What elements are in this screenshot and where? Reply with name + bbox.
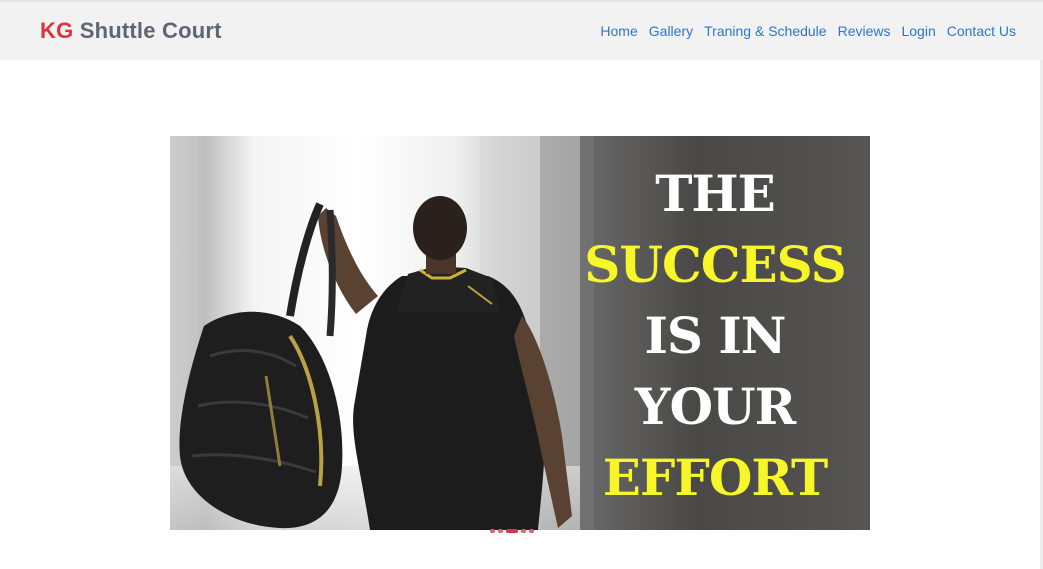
carousel-indicators xyxy=(490,529,534,533)
carousel-indicator-5[interactable] xyxy=(529,529,534,533)
hero-carousel-slide[interactable]: THE SUCCESS IS IN YOUR EFFORT xyxy=(170,136,870,530)
headline-line-1: THE xyxy=(655,164,776,223)
main-nav: Home Gallery Traning & Schedule Reviews … xyxy=(600,23,1016,39)
headline-line-3: IS IN xyxy=(644,306,787,365)
nav-reviews[interactable]: Reviews xyxy=(838,23,891,39)
nav-home[interactable]: Home xyxy=(600,23,637,39)
nav-gallery[interactable]: Gallery xyxy=(649,23,693,39)
carousel-indicator-1[interactable] xyxy=(490,529,495,533)
navbar: KG Shuttle Court Home Gallery Traning & … xyxy=(0,2,1043,60)
headline-line-2: SUCCESS xyxy=(584,235,847,294)
hero-headline: THE SUCCESS IS IN YOUR EFFORT xyxy=(580,158,850,513)
nav-training-schedule[interactable]: Traning & Schedule xyxy=(704,23,826,39)
carousel-indicator-3[interactable] xyxy=(506,529,518,533)
nav-login[interactable]: Login xyxy=(901,23,935,39)
carousel-indicator-4[interactable] xyxy=(521,529,526,533)
nav-contact-us[interactable]: Contact Us xyxy=(947,23,1016,39)
carousel-indicator-2[interactable] xyxy=(498,529,503,533)
headline-line-4: YOUR xyxy=(634,377,796,436)
brand-name: Shuttle Court xyxy=(79,18,222,43)
headline-line-5: EFFORT xyxy=(602,448,829,507)
brand-initials: KG xyxy=(40,18,74,43)
brand-logo[interactable]: KG Shuttle Court xyxy=(40,18,222,44)
